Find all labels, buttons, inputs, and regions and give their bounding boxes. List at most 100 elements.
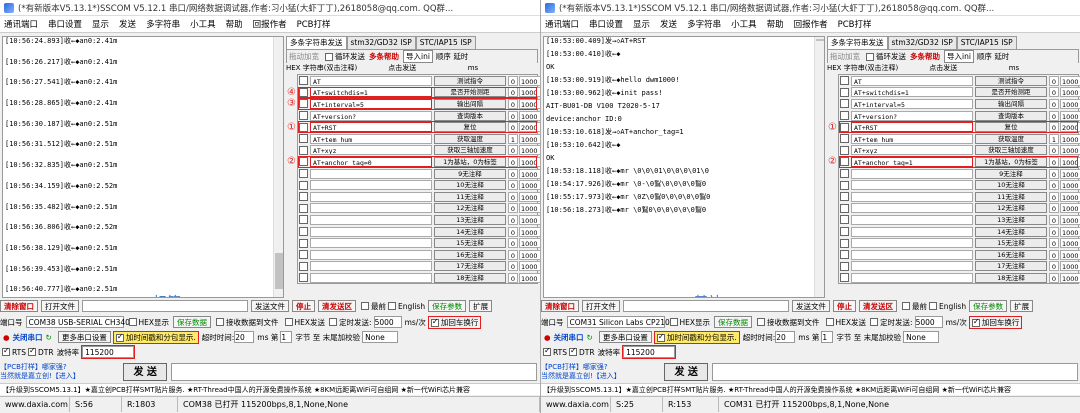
- refresh-icon[interactable]: ↻: [587, 333, 593, 342]
- row-command-input[interactable]: AT+version?: [310, 110, 432, 121]
- row-hex-checkbox[interactable]: [299, 76, 308, 86]
- save-data-button[interactable]: 保存数据: [714, 316, 753, 328]
- tab-multi-string[interactable]: 多条字符串发送: [827, 36, 888, 49]
- row-hex-checkbox[interactable]: [840, 192, 849, 202]
- row-send-button[interactable]: 9无注释: [975, 168, 1047, 179]
- row-send-button[interactable]: 是否开始测距: [434, 87, 506, 98]
- hex-send-checkbox[interactable]: [825, 318, 834, 326]
- clear-send-button[interactable]: 清发送区: [318, 300, 356, 312]
- row-order-input[interactable]: 0: [508, 145, 518, 156]
- row-order-input[interactable]: 0: [1049, 180, 1059, 191]
- send-file-button[interactable]: 发送文件: [792, 300, 830, 312]
- row-command-input[interactable]: AT: [851, 75, 973, 86]
- dtr-checkbox[interactable]: [569, 346, 578, 356]
- log-scrollbar[interactable]: [273, 37, 283, 297]
- row-delay-input[interactable]: 1000: [1060, 272, 1080, 283]
- row-command-input[interactable]: AT+version?: [851, 110, 973, 121]
- row-send-button[interactable]: 是否开始测距: [975, 87, 1047, 98]
- timestamp-checkbox[interactable]: [656, 332, 665, 342]
- row-delay-input[interactable]: 1000: [519, 87, 540, 98]
- row-send-button[interactable]: 12无注释: [975, 203, 1047, 214]
- menu-item-port[interactable]: 通讯端口: [4, 18, 38, 30]
- menu-item-multistring[interactable]: 多字符串: [146, 18, 180, 30]
- row-command-input[interactable]: AT+interval=5: [310, 98, 432, 109]
- row-command-input[interactable]: [851, 168, 973, 179]
- timed-send-checkbox[interactable]: [329, 318, 338, 326]
- row-command-input[interactable]: [851, 203, 973, 214]
- row-delay-input[interactable]: 1000: [519, 238, 540, 249]
- row-order-input[interactable]: 0: [508, 156, 518, 167]
- menu-item-help[interactable]: 帮助: [767, 18, 784, 30]
- row-delay-input[interactable]: 1000: [1060, 214, 1080, 225]
- row-order-input[interactable]: 0: [1049, 249, 1059, 260]
- add-crlf-toggle[interactable]: 加回车换行: [968, 315, 1023, 329]
- loop-send-checkbox[interactable]: [866, 52, 874, 61]
- file-path-input[interactable]: [82, 300, 248, 312]
- row-hex-checkbox[interactable]: [299, 111, 308, 121]
- row-command-input[interactable]: [310, 168, 432, 179]
- row-hex-checkbox[interactable]: [840, 111, 849, 121]
- row-hex-checkbox[interactable]: [840, 273, 849, 283]
- refresh-icon[interactable]: ↻: [46, 333, 52, 342]
- interval-input[interactable]: 5000: [914, 316, 943, 328]
- row-delay-input[interactable]: 1000: [519, 133, 540, 144]
- loop-send-checkbox[interactable]: [325, 52, 333, 61]
- send-file-button[interactable]: 发送文件: [251, 300, 289, 312]
- row-command-input[interactable]: [310, 180, 432, 191]
- row-command-input[interactable]: [851, 226, 973, 237]
- row-delay-input[interactable]: 1000: [519, 98, 540, 109]
- row-delay-input[interactable]: 1000: [1060, 133, 1080, 144]
- status-website[interactable]: www.daxia.com: [541, 397, 611, 412]
- menu-item-serial-settings[interactable]: 串口设置: [48, 18, 82, 30]
- row-hex-checkbox[interactable]: [840, 261, 849, 271]
- row-delay-input[interactable]: 1000: [1060, 261, 1080, 272]
- row-order-input[interactable]: 0: [1049, 87, 1059, 98]
- multi-help-link[interactable]: 多条帮助: [369, 51, 399, 62]
- row-order-input[interactable]: 0: [508, 261, 518, 272]
- row-command-input[interactable]: [851, 272, 973, 283]
- row-order-input[interactable]: 0: [1049, 214, 1059, 225]
- tab-stc-isp[interactable]: STC/IAP15 ISP: [956, 36, 1017, 49]
- row-delay-input[interactable]: 1000: [519, 226, 540, 237]
- baud-select[interactable]: 115200: [622, 345, 677, 359]
- topmost-checkbox[interactable]: [361, 302, 369, 310]
- row-send-button[interactable]: 12无注释: [434, 203, 506, 214]
- topmost-checkbox[interactable]: [902, 302, 910, 310]
- row-delay-input[interactable]: 1000: [519, 272, 540, 283]
- add-crlf-checkbox[interactable]: [971, 317, 980, 327]
- row-order-input[interactable]: 0: [508, 110, 518, 121]
- timeout-input[interactable]: 20: [234, 331, 255, 343]
- stop-button[interactable]: 停止: [292, 300, 315, 312]
- row-hex-checkbox[interactable]: [840, 122, 849, 132]
- row-order-input[interactable]: 0: [1049, 203, 1059, 214]
- menu-item-help[interactable]: 帮助: [226, 18, 243, 30]
- close-port-button[interactable]: 关闭串口: [554, 332, 584, 343]
- row-order-input[interactable]: 0: [1049, 226, 1059, 237]
- row-command-input[interactable]: AT+switchdis=1: [310, 87, 432, 98]
- row-send-button[interactable]: 获取温度: [434, 133, 506, 144]
- receive-log[interactable]: [10:53:00.409]发→◇AT+RST [10:53:00.410]收←◆…: [543, 36, 825, 298]
- row-send-button[interactable]: 输出间隔: [975, 98, 1047, 109]
- row-hex-checkbox[interactable]: [299, 238, 308, 248]
- row-command-input[interactable]: AT+anchor_tag=1: [851, 156, 973, 167]
- menu-item-display[interactable]: 显示: [633, 18, 650, 30]
- row-hex-checkbox[interactable]: [299, 203, 308, 213]
- timestamp-toggle[interactable]: 加时间戳和分包显示.: [112, 330, 199, 344]
- row-hex-checkbox[interactable]: [840, 145, 849, 155]
- receive-log[interactable]: [10:56:24.893]收←◆an0:2.41m [10:56:26.217]…: [2, 36, 284, 298]
- row-send-button[interactable]: 复位: [975, 122, 1047, 133]
- row-hex-checkbox[interactable]: [299, 261, 308, 271]
- row-delay-input[interactable]: 1000: [1060, 156, 1080, 167]
- hex-show-checkbox[interactable]: [669, 318, 678, 326]
- row-command-input[interactable]: AT+RST: [851, 122, 973, 133]
- row-send-button[interactable]: 14无注释: [975, 226, 1047, 237]
- row-order-input[interactable]: 0: [1049, 272, 1059, 283]
- tab-stm32-isp[interactable]: stm32/GD32 ISP: [887, 36, 957, 49]
- row-hex-checkbox[interactable]: [840, 250, 849, 260]
- row-send-button[interactable]: 复位: [434, 122, 506, 133]
- port-select[interactable]: COM38 USB-SERIAL CH340: [25, 316, 130, 328]
- verify-select[interactable]: None: [903, 331, 940, 343]
- row-command-input[interactable]: AT: [310, 75, 432, 86]
- row-send-button[interactable]: 13无注释: [434, 214, 506, 225]
- row-command-input[interactable]: AT+tem_hum: [310, 133, 432, 144]
